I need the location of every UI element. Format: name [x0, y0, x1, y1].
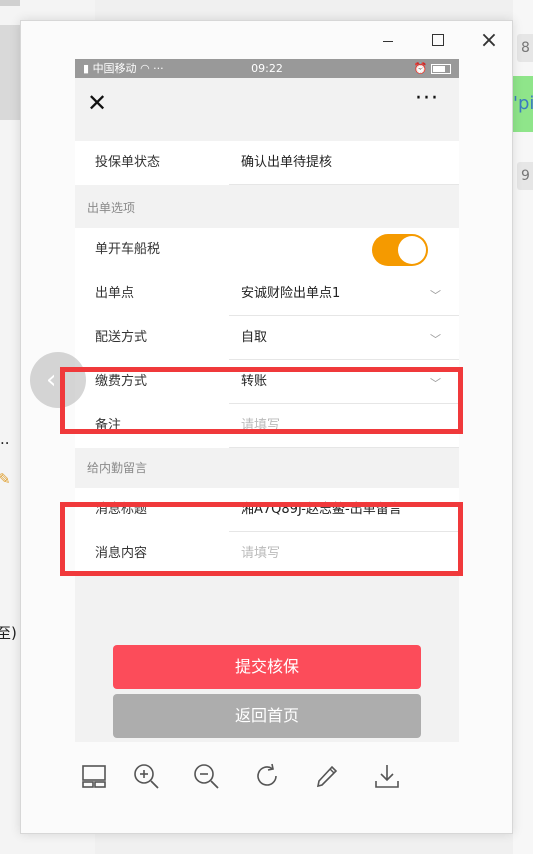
delivery-label: 配送方式: [95, 330, 148, 345]
vessel-tax-toggle[interactable]: [372, 234, 428, 266]
policy-status-row: 投保单状态 确认出单待提核: [75, 141, 459, 185]
zoom-out-icon[interactable]: [191, 761, 221, 791]
alarm-icon: ⏰: [413, 62, 428, 75]
background-chip: 8: [517, 34, 533, 62]
issue-point-label: 出单点: [95, 286, 135, 301]
background-green-block: 'pi: [513, 76, 533, 132]
battery-icon: [431, 64, 451, 74]
submit-review-button[interactable]: 提交核保: [113, 645, 421, 689]
issue-point-row[interactable]: 出单点 安诚财险出单点1 ﹀: [75, 272, 459, 316]
background-text: ..: [0, 430, 10, 448]
delivery-text: 自取: [241, 330, 268, 345]
background-right-panel: 8 'pi 9: [513, 0, 533, 854]
download-icon[interactable]: [372, 761, 402, 791]
more-icon[interactable]: ···: [415, 86, 439, 111]
zoom-in-icon[interactable]: [131, 761, 161, 791]
background-block: [0, 25, 20, 120]
viewer-toolbar: [21, 761, 514, 811]
vessel-tax-row: 单开车船税: [75, 228, 459, 272]
issue-point-value[interactable]: 安诚财险出单点1 ﹀: [229, 272, 459, 316]
delivery-row[interactable]: 配送方式 自取 ﹀: [75, 316, 459, 360]
background-chip: 9: [517, 162, 533, 190]
status-right: ⏰: [414, 59, 451, 78]
toggle-knob: [398, 236, 426, 264]
minimize-button[interactable]: [378, 31, 398, 51]
nav-bar: ✕ ···: [75, 78, 459, 131]
highlight-message-content-box: [60, 502, 463, 576]
return-home-button[interactable]: 返回首页: [113, 694, 421, 738]
rotate-icon[interactable]: [252, 761, 282, 791]
issue-point-text: 安诚财险出单点1: [241, 286, 341, 301]
status-time: 09:22: [251, 62, 283, 75]
section-issue-options: 出单选项: [75, 188, 459, 228]
background-text: 至): [0, 624, 17, 642]
thumbnail-icon[interactable]: [79, 761, 109, 791]
highlight-remark-box: [60, 367, 463, 434]
section-message: 给内勤留言: [75, 448, 459, 488]
chevron-down-icon: ﹀: [430, 333, 441, 346]
delivery-value[interactable]: 自取 ﹀: [229, 316, 459, 360]
edit-icon[interactable]: [312, 761, 342, 791]
policy-status-value: 确认出单待提核: [229, 141, 459, 185]
background-block: [0, 0, 20, 6]
policy-status-label: 投保单状态: [95, 155, 161, 170]
close-icon[interactable]: ✕: [87, 90, 107, 116]
status-bar: ▮ 中国移动 ◠ ··· 09:22 ⏰: [75, 59, 459, 78]
background-pencil-icon: ✎: [0, 470, 11, 488]
close-button[interactable]: ×: [479, 30, 499, 52]
maximize-button[interactable]: [428, 31, 448, 51]
chevron-down-icon: ﹀: [430, 289, 441, 302]
vessel-tax-label: 单开车船税: [95, 242, 161, 257]
